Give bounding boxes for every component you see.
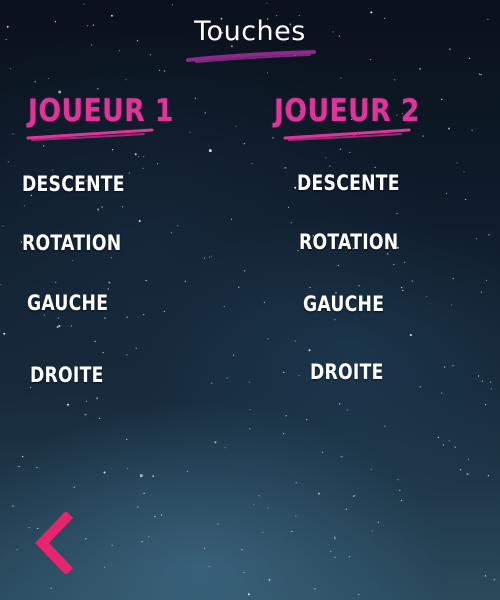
back-button[interactable] (30, 510, 82, 576)
player-2-underline (283, 128, 411, 141)
player-2-key-descente[interactable]: DESCENTE (297, 171, 400, 195)
player-2-key-droite[interactable]: DROITE (310, 360, 384, 384)
title-underline (186, 50, 316, 63)
player-1-heading: JOUEUR 1 (28, 93, 174, 129)
player-2-key-rotation[interactable]: ROTATION (299, 230, 398, 254)
player-2-key-gauche[interactable]: GAUCHE (303, 292, 384, 316)
page-title: Touches (194, 16, 306, 47)
player-1-key-droite[interactable]: DROITE (30, 363, 104, 387)
player-1-key-rotation[interactable]: ROTATION (22, 231, 121, 255)
player-1-key-descente[interactable]: DESCENTE (22, 172, 125, 196)
player-1-underline (26, 128, 154, 141)
player-2-heading: JOUEUR 2 (274, 93, 420, 129)
chevron-left-icon (35, 510, 74, 576)
player-1-key-gauche[interactable]: GAUCHE (27, 291, 108, 315)
